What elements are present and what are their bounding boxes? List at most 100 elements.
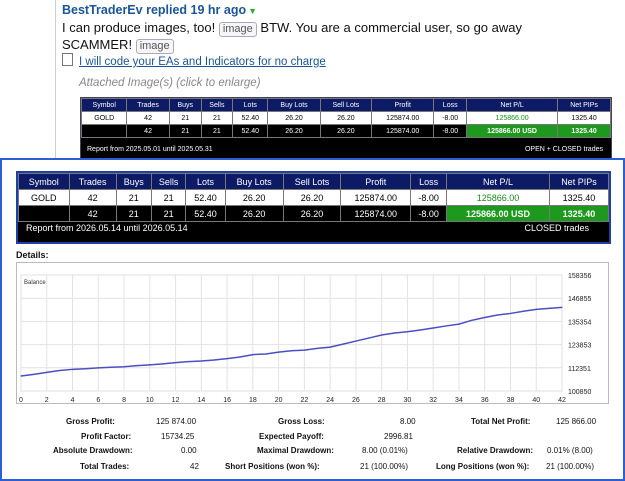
balance-point xyxy=(471,319,473,321)
balance-point xyxy=(355,340,357,342)
small-row2-cell: 1325.40 xyxy=(557,124,611,138)
balance-point xyxy=(149,364,151,366)
total-trades-label: Total Trades: xyxy=(80,462,130,471)
big-header-cell: Profit xyxy=(340,173,412,190)
y-tick-label: 146855 xyxy=(568,296,591,303)
attached-report-thumbnail[interactable]: Symbol Trades Buys Sells Lots Buy Lots Sell Lo… xyxy=(80,97,612,161)
post-message: I can produce images, too! image BTW. Yo… xyxy=(62,20,622,54)
x-tick-label: 36 xyxy=(481,397,489,404)
small-row2-cell: 42 xyxy=(126,124,170,138)
x-tick-label: 42 xyxy=(558,397,566,404)
post-time: 19 hr ago xyxy=(190,3,247,17)
signature-text[interactable]: I will code your EAs and Indicators for … xyxy=(79,56,326,68)
big-row2-cell: 42 xyxy=(68,205,117,222)
balance-point xyxy=(522,310,524,312)
expected-payoff-value: 2996.81 xyxy=(384,432,413,441)
report-range: Report from 2026.05.14 until 2026.05.14 xyxy=(26,223,188,233)
balance-point xyxy=(110,366,112,368)
small-report-table: Symbol Trades Buys Sells Lots Buy Lots Sell Lo… xyxy=(80,98,611,138)
big-report-table: Symbol Trades Buys Sells Lots Buy Lots Sell Lo… xyxy=(18,173,610,222)
big-row2-cell xyxy=(18,205,70,222)
small-row2-cell xyxy=(80,124,128,138)
big-row2-cell: 21 xyxy=(115,205,152,222)
small-row1-cell: 42 xyxy=(126,111,170,125)
maximal-drawdown-value: 8.00 (0.01%) xyxy=(362,446,408,455)
big-header-cell: Trades xyxy=(68,173,117,190)
x-tick-label: 2 xyxy=(45,397,49,404)
x-tick-label: 16 xyxy=(223,397,231,404)
small-row2-cell: 21 xyxy=(200,124,234,138)
balance-point xyxy=(535,308,537,311)
small-header-cell: Net PIPs xyxy=(557,98,611,112)
balance-point xyxy=(316,347,318,349)
balance-point xyxy=(84,368,87,370)
big-row2-cell: 125866.00 USD xyxy=(446,205,550,222)
report-summary: Symbol Trades Buys Sells Lots Buy Lots Sell Lo… xyxy=(16,171,611,244)
small-row1-cell: 52.40 xyxy=(232,111,269,125)
big-row1-cell: 1325.40 xyxy=(548,189,610,206)
big-row1-cell: 26.20 xyxy=(224,189,284,206)
balance-point xyxy=(509,312,512,315)
balance-point xyxy=(59,369,61,372)
image-link[interactable]: image xyxy=(218,22,257,37)
balance-point xyxy=(406,331,409,333)
small-row1-cell: GOLD xyxy=(80,111,128,125)
y-tick-label: 135354 xyxy=(568,319,591,326)
small-header-cell: Symbol xyxy=(80,98,128,112)
x-tick-label: 24 xyxy=(326,397,334,404)
x-tick-label: 40 xyxy=(532,397,540,404)
x-tick-label: 4 xyxy=(71,397,75,404)
signature-link[interactable]: I will code your EAs and Indicators for … xyxy=(62,53,326,68)
big-row2-cell: 52.40 xyxy=(185,205,226,222)
absolute-drawdown-label: Absolute Drawdown: xyxy=(53,446,133,455)
x-tick-label: 14 xyxy=(197,397,205,404)
big-row1-cell: 21 xyxy=(115,189,152,206)
balance-point xyxy=(458,323,460,325)
balance-point xyxy=(239,356,241,358)
enlarged-report-image: Symbol Trades Buys Sells Lots Buy Lots Sell Lo… xyxy=(0,158,625,481)
x-tick-label: 28 xyxy=(378,397,386,404)
y-tick-label: 158356 xyxy=(568,273,591,280)
image-link-2[interactable]: image xyxy=(135,39,174,54)
attached-images-label[interactable]: Attached Image(s) (click to enlarge) xyxy=(79,77,261,89)
balance-point xyxy=(136,365,138,367)
post-action: replied xyxy=(142,3,191,17)
balance-point xyxy=(71,368,74,370)
balance-point xyxy=(33,373,35,375)
big-row1-cell: 26.20 xyxy=(282,189,342,206)
small-row2-cell: 125866.00 USD xyxy=(466,124,559,138)
author-link[interactable]: BestTraderEv xyxy=(62,3,143,17)
small-header-cell: Sells xyxy=(200,98,234,112)
triangle-down-icon[interactable]: ▼ xyxy=(248,6,257,16)
short-positions-value: 21 (100.00%) xyxy=(360,462,409,471)
message-text-1: I can produce images, too! xyxy=(62,20,216,35)
big-header-cell: Symbol xyxy=(18,173,70,190)
gross-profit-value: 125 874.00 xyxy=(156,417,197,426)
big-row2-cell: 1325.40 xyxy=(548,205,610,222)
x-tick-label: 0 xyxy=(19,397,23,404)
small-row1-cell: 1325.40 xyxy=(557,111,611,125)
expected-payoff-label: Expected Payoff: xyxy=(259,432,324,441)
balance-point xyxy=(46,371,48,373)
small-row2-cell: -8.00 xyxy=(433,124,468,138)
small-row1-cell: 26.20 xyxy=(319,111,373,125)
balance-point xyxy=(97,367,99,369)
big-header-cell: Buys xyxy=(115,173,152,190)
small-header-cell: Net P/L xyxy=(466,98,559,112)
x-tick-label: 32 xyxy=(429,397,437,404)
small-row2-cell: 26.20 xyxy=(319,124,373,138)
balance-point xyxy=(213,359,215,361)
report-scope: CLOSED trades xyxy=(524,223,589,233)
stats-panel: Gross Profit: 125 874.00 Gross Loss: 8.0… xyxy=(16,417,607,477)
x-tick-label: 8 xyxy=(122,397,126,404)
small-row1-cell: 125874.00 xyxy=(371,111,435,125)
balance-point xyxy=(419,329,421,331)
small-row2-cell: 26.20 xyxy=(267,124,321,138)
balance-point xyxy=(432,327,434,329)
x-tick-label: 20 xyxy=(275,397,283,404)
big-row2-cell: 125874.00 xyxy=(340,205,412,222)
big-row1-cell: -8.00 xyxy=(410,189,448,206)
big-row2-cell: 21 xyxy=(150,205,187,222)
profit-factor-value: 15734.25 xyxy=(161,432,195,441)
balance-point xyxy=(393,332,396,334)
